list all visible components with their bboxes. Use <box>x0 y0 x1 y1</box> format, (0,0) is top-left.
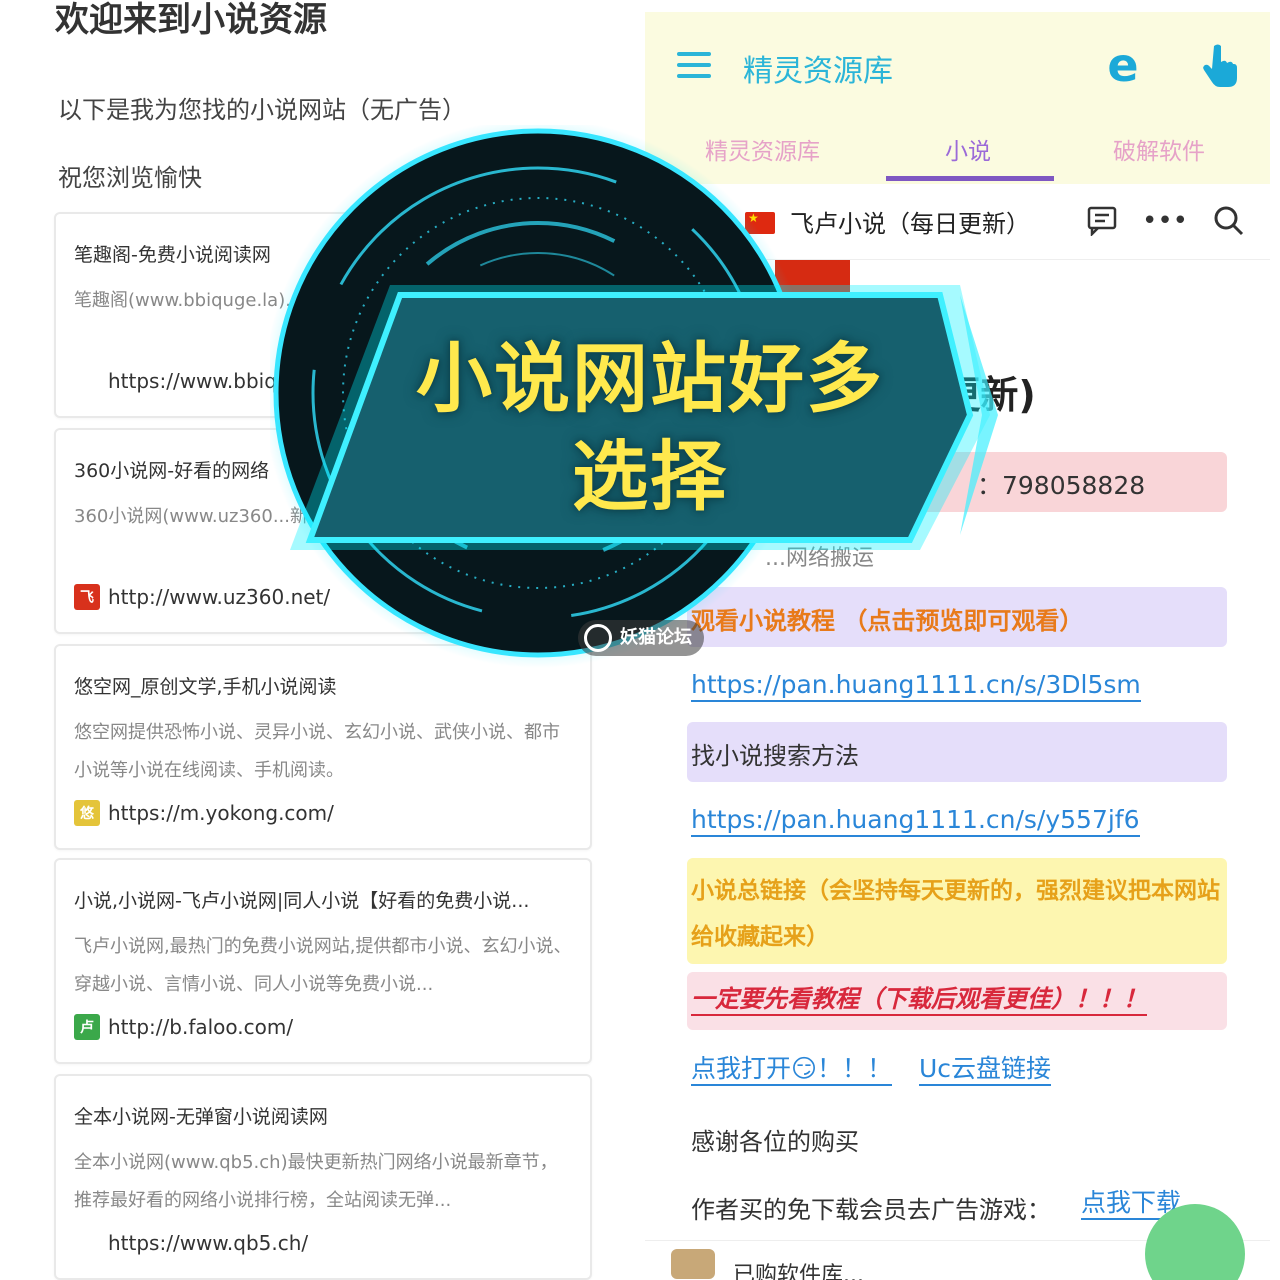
tutorial-link[interactable]: https://pan.huang1111.cn/s/3Dl5sm <box>691 670 1141 702</box>
comment-icon[interactable] <box>1085 204 1119 238</box>
site-favicon-icon: 卢 <box>74 1014 100 1040</box>
watermark-logo-icon <box>584 624 612 652</box>
contact-block: ：798058828 <box>687 452 1227 512</box>
site-card[interactable]: 360小说网-好看的网络 360小说网(www.uz360...新章节，推荐最好… <box>54 428 592 634</box>
card-url[interactable]: http://b.faloo.com/ <box>108 1015 293 1039</box>
site-favicon-icon: 悠 <box>74 800 100 826</box>
card-desc: 飞卢小说网,最热门的免费小说网站,提供都市小说、玄幻小说、穿越小说、言情小说、同… <box>74 936 572 995</box>
app-bar: 精灵资源库 e 精灵资源库 小说 破解软件 <box>645 12 1270 184</box>
game-prefix: 作者买的免下载会员去广告游戏： <box>691 1196 1051 1224</box>
search-method-label: 找小说搜索方法 <box>691 742 859 770</box>
search-method-block: 找小说搜索方法 <box>687 722 1227 782</box>
warning-text[interactable]: 一定要先看教程（下载后观看更佳）！！！ <box>691 984 1147 1016</box>
cover-image <box>775 260 850 300</box>
watermark-text: 妖猫论坛 <box>620 627 692 648</box>
doc-heading: ]更新) <box>925 373 1036 417</box>
avatar <box>671 1249 715 1279</box>
site-favicon-icon: 飞 <box>74 584 100 610</box>
tab-bar: 精灵资源库 小说 破解软件 <box>645 122 1270 184</box>
tab-cracked-software[interactable]: 破解软件 <box>1113 132 1205 166</box>
app-title: 精灵资源库 <box>743 54 893 89</box>
faint-line: ...网络搬运 <box>765 546 874 571</box>
card-url[interactable]: https://m.yokong.com/ <box>108 801 334 825</box>
warning-block: 一定要先看教程（下载后观看更佳）！！！ <box>687 972 1227 1030</box>
card-desc: 全本小说网(www.qb5.ch)最快更新热门网络小说最新章节，推荐最好看的网络… <box>74 1152 558 1211</box>
bottom-text: 已购软件库... <box>733 1263 864 1280</box>
card-desc: 360小说网(www.uz360...新章节，推荐最好看的网络... <box>74 506 524 527</box>
site-card[interactable]: 笔趣阁-免费小说阅读网 笔趣阁(www.bbiquge.la)...阅读服务，全… <box>54 212 592 418</box>
tutorial-block: 观看小说教程 （点击预览即可观看） <box>687 587 1227 647</box>
site-card[interactable]: 小说,小说网-飞卢小说网|同人小说【好看的免费小说... 飞卢小说网,最热门的免… <box>54 858 592 1064</box>
watermark: 妖猫论坛 <box>578 620 704 656</box>
active-tab-indicator <box>886 176 1054 181</box>
site-icon <box>74 368 100 394</box>
pointer-icon[interactable] <box>1200 42 1240 90</box>
card-url[interactable]: https://www.bbiq <box>108 369 277 393</box>
more-icon[interactable]: ••• <box>1142 204 1188 238</box>
tab-resource-library[interactable]: 精灵资源库 <box>705 132 820 166</box>
edge-browser-icon[interactable]: e <box>1103 40 1143 90</box>
note-text: 小说总链接（会坚持每天更新的，强烈建议把本网站给收藏起来） <box>691 878 1220 950</box>
tab-novels[interactable]: 小说 <box>945 132 991 166</box>
greeting-text: 祝您浏览愉快 <box>58 164 202 192</box>
flag-icon <box>745 211 775 234</box>
contact-number: ：798058828 <box>977 471 1146 500</box>
card-title: 笔趣阁-免费小说阅读网 <box>74 244 271 266</box>
card-title: 360小说网-好看的网络 <box>74 460 270 482</box>
search-method-link[interactable]: https://pan.huang1111.cn/s/y557jf6 <box>691 805 1140 837</box>
uc-cloud-link[interactable]: Uc云盘链接 <box>919 1054 1052 1086</box>
intro-text: 以下是我为您找的小说网站（无广告） <box>58 96 466 124</box>
site-card[interactable]: 全本小说网-无弹窗小说阅读网 全本小说网(www.qb5.ch)最快更新热门网络… <box>54 1074 592 1280</box>
document-header: 飞卢小说（每日更新） ••• <box>645 184 1270 260</box>
card-title: 全本小说网-无弹窗小说阅读网 <box>74 1106 328 1128</box>
right-panel: 精灵资源库 e 精灵资源库 小说 破解软件 飞卢小说（每日更新） ••• ]更新… <box>645 12 1270 1280</box>
tutorial-label: 观看小说教程 （点击预览即可观看） <box>691 607 1084 635</box>
note-block: 小说总链接（会坚持每天更新的，强烈建议把本网站给收藏起来） <box>687 858 1227 964</box>
search-icon[interactable] <box>1211 204 1245 238</box>
left-panel: 欢迎来到小说资源 以下是我为您找的小说网站（无广告） 祝您浏览愉快 笔趣阁-免费… <box>0 0 640 1280</box>
thanks-text: 感谢各位的购买 <box>691 1128 859 1156</box>
card-title: 小说,小说网-飞卢小说网|同人小说【好看的免费小说... <box>74 890 530 912</box>
site-icon <box>74 1230 100 1256</box>
menu-icon[interactable] <box>677 52 711 78</box>
document-title: 飞卢小说（每日更新） <box>790 210 1030 238</box>
card-url[interactable]: https://www.qb5.ch/ <box>108 1231 308 1255</box>
card-desc: 悠空网提供恐怖小说、灵异小说、玄幻小说、武侠小说、都市小说等小说在线阅读、手机阅… <box>74 722 560 781</box>
page-title: 欢迎来到小说资源 <box>55 0 327 40</box>
card-desc: 笔趣阁(www.bbiquge.la)...阅读服务，全站小说免... <box>74 290 500 311</box>
site-card[interactable]: 悠空网_原创文学,手机小说阅读 悠空网提供恐怖小说、灵异小说、玄幻小说、武侠小说… <box>54 644 592 850</box>
card-title: 悠空网_原创文学,手机小说阅读 <box>74 676 337 698</box>
card-url[interactable]: http://www.uz360.net/ <box>108 585 330 609</box>
open-link[interactable]: 点我打开😏！！！ <box>691 1054 893 1086</box>
